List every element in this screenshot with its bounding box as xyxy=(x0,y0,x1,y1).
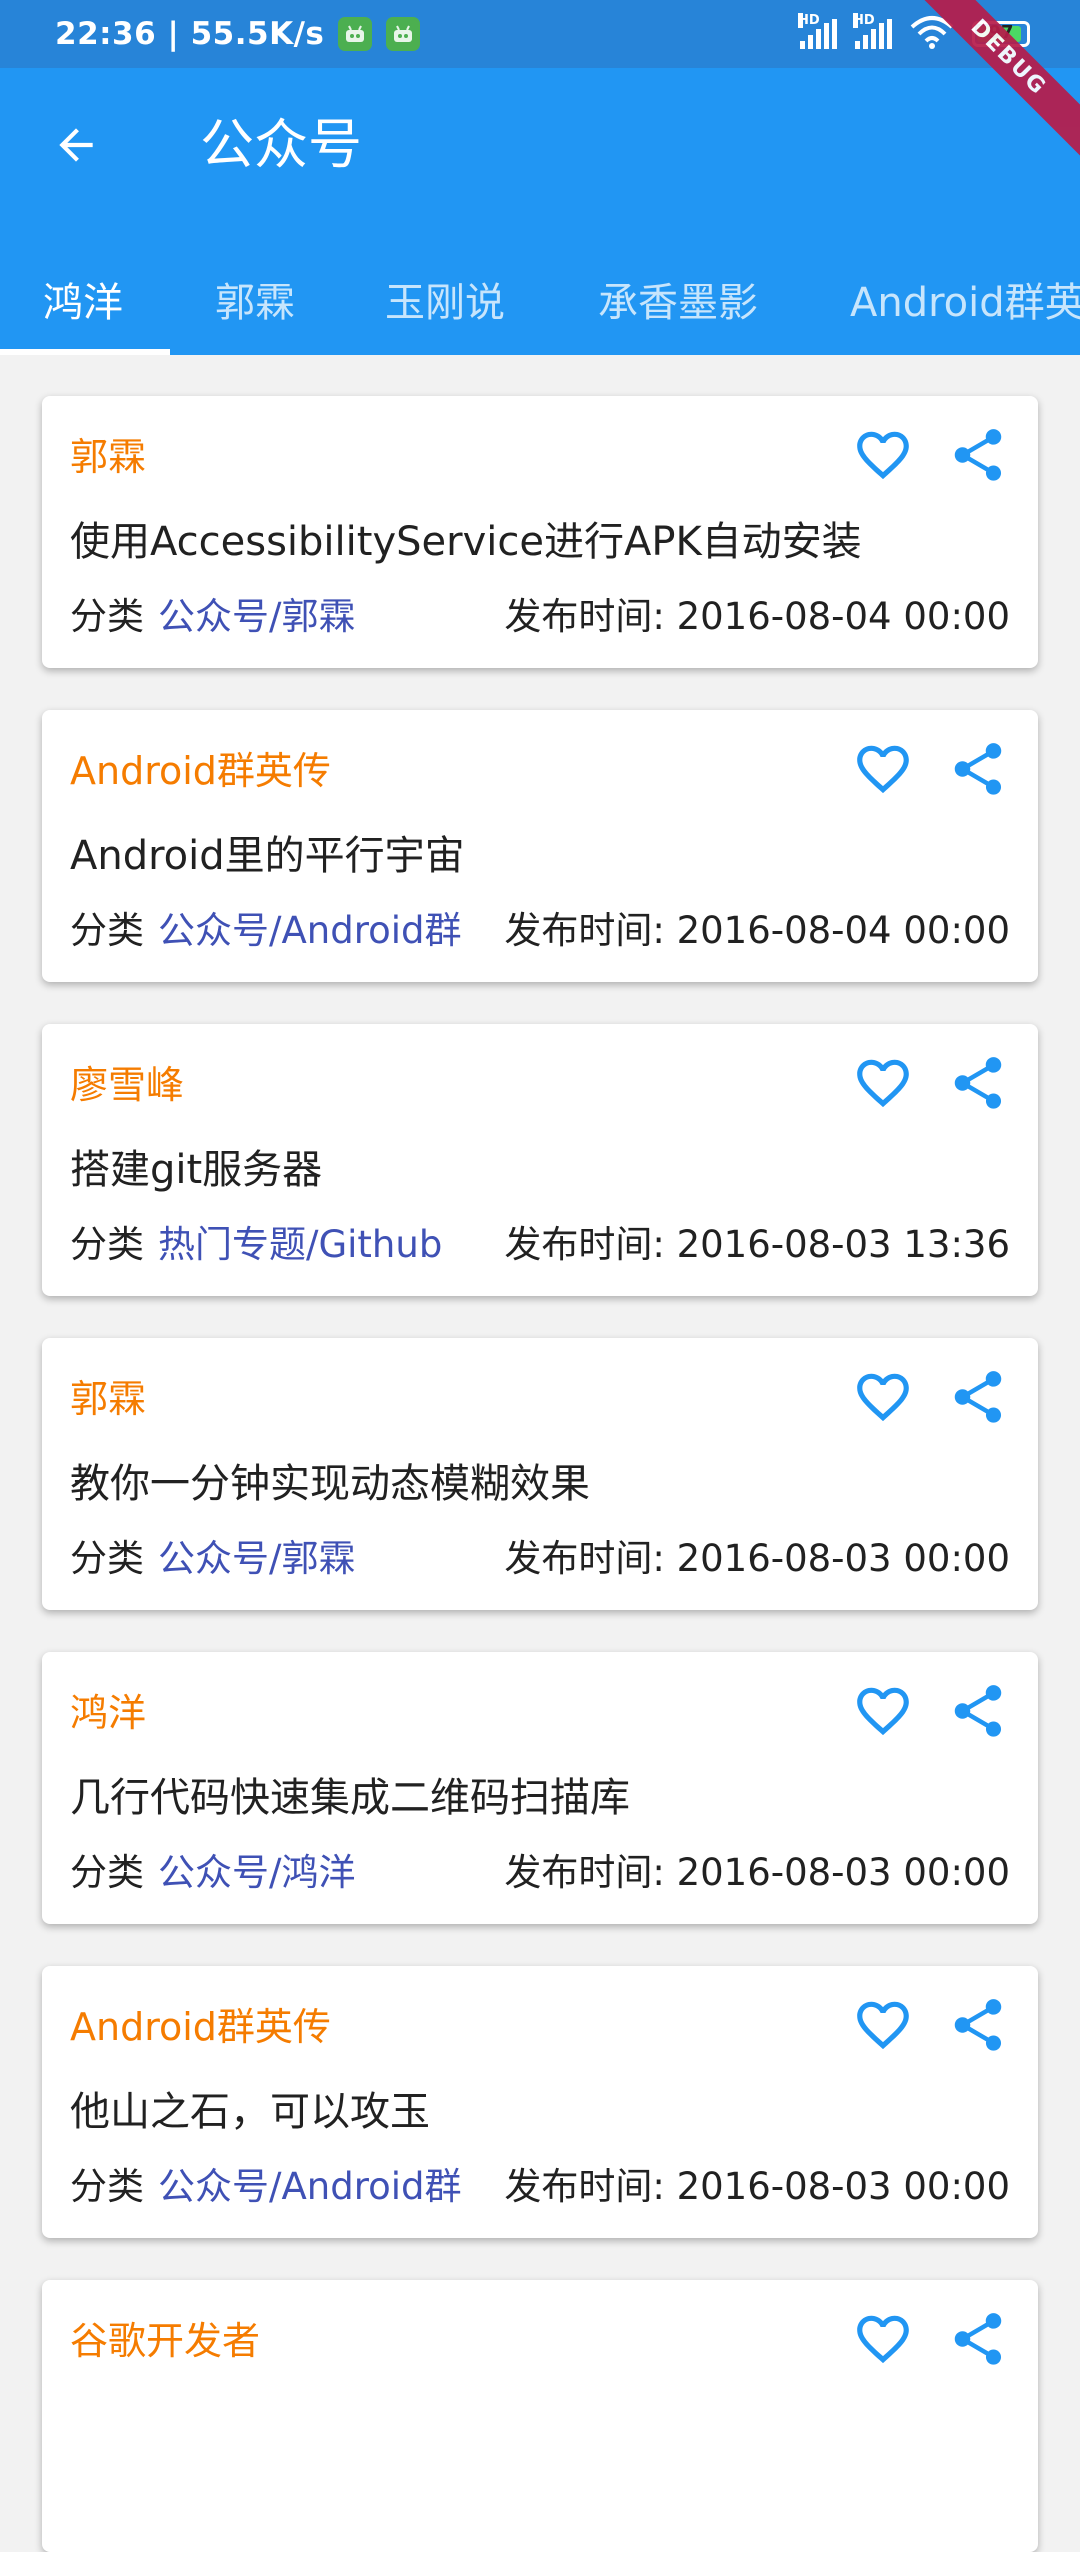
tab-guolin[interactable]: 郭霖 xyxy=(215,251,295,355)
tab-indicator xyxy=(0,349,170,355)
heart-outline-icon[interactable] xyxy=(852,2308,914,2370)
share-icon[interactable] xyxy=(947,424,1009,486)
category-link[interactable]: 热门专题/Github xyxy=(158,1223,442,1266)
article-author: 郭霖 xyxy=(70,435,147,479)
publish-date: 发布时间: 2016-08-03 13:36 xyxy=(504,1223,1010,1266)
heart-outline-icon[interactable] xyxy=(852,424,914,486)
share-icon[interactable] xyxy=(947,1994,1009,2056)
tab-bar: 鸿洋 郭霖 玉刚说 承香墨影 Android群英传 xyxy=(0,251,1080,355)
article-title: 搭建git服务器 xyxy=(70,1147,323,1193)
network-label: HD xyxy=(798,13,820,28)
publish-date: 发布时间: 2016-08-03 00:00 xyxy=(504,1537,1010,1580)
status-time-speed: 22:36 | 55.5K/s xyxy=(55,16,325,52)
arrow-back-icon xyxy=(59,128,93,162)
share-icon[interactable] xyxy=(947,2308,1009,2370)
article-title: 教你一分钟实现动态模糊效果 xyxy=(70,1461,590,1507)
status-bar: 22:36 | 55.5K/s HD HD 97 xyxy=(0,0,1080,68)
article-title: Android里的平行宇宙 xyxy=(70,833,465,879)
signal-icon: HD xyxy=(853,13,892,49)
article-meta: 分类 热门专题/Github 发布时间: 2016-08-03 13:36 xyxy=(70,1214,1010,1268)
tab-yugangshuo[interactable]: 玉刚说 xyxy=(385,251,505,355)
category-label: 分类 xyxy=(70,595,144,638)
tab-hongyang[interactable]: 鸿洋 xyxy=(43,251,123,355)
article-card[interactable]: 谷歌开发者 xyxy=(42,2280,1038,2552)
article-meta: 分类 公众号/鸿洋 发布时间: 2016-08-03 00:00 xyxy=(70,1842,1010,1896)
category-link[interactable]: 公众号/郭霖 xyxy=(158,1537,355,1580)
article-author: 郭霖 xyxy=(70,1377,147,1421)
category-label: 分类 xyxy=(70,1851,144,1894)
article-author: Android群英传 xyxy=(70,2005,331,2049)
status-left: 22:36 | 55.5K/s xyxy=(55,0,421,68)
article-title: 几行代码快速集成二维码扫描库 xyxy=(70,1775,630,1821)
share-icon[interactable] xyxy=(947,1052,1009,1114)
publish-date: 发布时间: 2016-08-03 00:00 xyxy=(504,2165,1010,2208)
article-meta: 分类 公众号/Android群 发布时间: 2016-08-04 00:00 xyxy=(70,900,1010,954)
signal-icon: HD xyxy=(798,13,837,49)
article-author: 谷歌开发者 xyxy=(70,2319,261,2363)
category-link[interactable]: 公众号/鸿洋 xyxy=(158,1851,355,1894)
publish-date: 发布时间: 2016-08-04 00:00 xyxy=(504,909,1010,952)
article-card[interactable]: Android群英传 他山之石，可以攻玉 分类 公众号/Android群 发布时间… xyxy=(42,1966,1038,2238)
heart-outline-icon[interactable] xyxy=(852,1366,914,1428)
android-robot-icon xyxy=(386,17,421,51)
page-title: 公众号 xyxy=(200,113,362,176)
article-meta: 分类 公众号/Android群 发布时间: 2016-08-03 00:00 xyxy=(70,2156,1010,2210)
article-card[interactable]: 郭霖 使用AccessibilityService进行APK自动安装 分类 公众号… xyxy=(42,396,1038,668)
category-link[interactable]: 公众号/Android群 xyxy=(158,2165,462,2208)
tab-android-qunyingzhuan[interactable]: Android群英传 xyxy=(850,251,1080,355)
article-card[interactable]: 廖雪峰 搭建git服务器 分类 热门专题/Github 发布时间: 2016-08… xyxy=(42,1024,1038,1296)
share-icon[interactable] xyxy=(947,1680,1009,1742)
network-label: HD xyxy=(853,13,875,28)
publish-date: 发布时间: 2016-08-04 00:00 xyxy=(504,595,1010,638)
tab-chengxiangmoying[interactable]: 承香墨影 xyxy=(598,251,758,355)
publish-date: 发布时间: 2016-08-03 00:00 xyxy=(504,1851,1010,1894)
heart-outline-icon[interactable] xyxy=(852,1680,914,1742)
article-meta: 分类 公众号/郭霖 发布时间: 2016-08-04 00:00 xyxy=(70,586,1010,640)
article-card[interactable]: 郭霖 教你一分钟实现动态模糊效果 分类 公众号/郭霖 发布时间: 2016-08-… xyxy=(42,1338,1038,1610)
heart-outline-icon[interactable] xyxy=(852,1994,914,2056)
back-button[interactable] xyxy=(44,113,108,177)
article-card[interactable]: Android群英传 Android里的平行宇宙 分类 公众号/Android群 … xyxy=(42,710,1038,982)
category-label: 分类 xyxy=(70,909,144,952)
article-author: Android群英传 xyxy=(70,749,331,793)
category-label: 分类 xyxy=(70,2165,144,2208)
article-author: 廖雪峰 xyxy=(70,1063,185,1107)
article-card[interactable]: 鸿洋 几行代码快速集成二维码扫描库 分类 公众号/鸿洋 发布时间: 2016-08… xyxy=(42,1652,1038,1924)
article-meta: 分类 公众号/郭霖 发布时间: 2016-08-03 00:00 xyxy=(70,1528,1010,1582)
heart-outline-icon[interactable] xyxy=(852,1052,914,1114)
category-link[interactable]: 公众号/Android群 xyxy=(158,909,462,952)
app-bar: 公众号 鸿洋 郭霖 玉刚说 承香墨影 Android群英传 xyxy=(0,68,1080,355)
heart-outline-icon[interactable] xyxy=(852,738,914,800)
article-title: 他山之石，可以攻玉 xyxy=(70,2089,430,2135)
share-icon[interactable] xyxy=(947,1366,1009,1428)
share-icon[interactable] xyxy=(947,738,1009,800)
android-robot-icon xyxy=(338,17,373,51)
category-label: 分类 xyxy=(70,1223,144,1266)
category-label: 分类 xyxy=(70,1537,144,1580)
category-link[interactable]: 公众号/郭霖 xyxy=(158,595,355,638)
article-author: 鸿洋 xyxy=(70,1691,147,1735)
article-title: 使用AccessibilityService进行APK自动安装 xyxy=(70,519,862,565)
